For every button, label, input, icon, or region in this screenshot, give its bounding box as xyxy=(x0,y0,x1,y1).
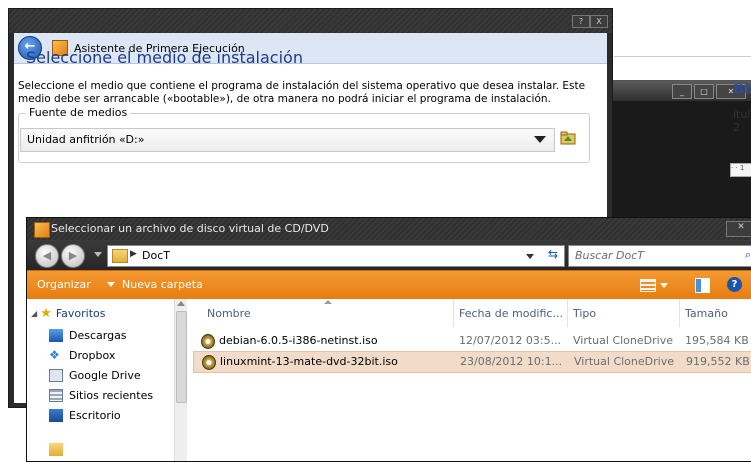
new-folder-button[interactable]: Nueva carpeta xyxy=(122,278,203,291)
dialog-app-icon xyxy=(34,222,50,238)
file-row-selected[interactable]: linuxmint-13-mate-dvd-32bit.iso 23/08/20… xyxy=(193,351,751,373)
nav-scrollbar[interactable] xyxy=(174,299,187,461)
address-dropdown-icon[interactable] xyxy=(526,254,534,259)
folder-browse-icon[interactable] xyxy=(560,130,576,146)
organize-chevron-icon xyxy=(107,282,115,287)
wizard-window-controls: ? X xyxy=(572,15,608,28)
dialog-title: Seleccionar un archivo de disco virtual … xyxy=(51,222,329,235)
column-divider[interactable] xyxy=(453,299,454,327)
file-date: 12/07/2012 03:5... xyxy=(459,334,562,347)
breadcrumb[interactable]: DocT xyxy=(142,249,170,262)
file-list: Nombre Fecha de modific... Tipo Tamaño d… xyxy=(191,299,751,461)
column-header-name[interactable]: Nombre xyxy=(207,307,251,320)
column-divider[interactable] xyxy=(567,299,568,327)
preview-pane-icon[interactable] xyxy=(695,278,710,293)
file-size: 195,584 KB xyxy=(685,334,749,347)
column-header-size[interactable]: Tamaño xyxy=(685,307,728,320)
help-button[interactable]: ? xyxy=(572,15,590,28)
nav-item-label: Sitios recientes xyxy=(69,388,154,402)
refresh-icon[interactable]: ⇆ xyxy=(548,247,558,261)
column-header-type[interactable]: Tipo xyxy=(573,307,596,320)
background-doc-ruler: · · 1 xyxy=(730,163,751,177)
wizard-titlebar: ? X xyxy=(9,9,612,33)
column-header-date[interactable]: Fecha de modific... xyxy=(459,307,563,320)
dropbox-icon: ❖ xyxy=(49,347,60,362)
expand-icon[interactable]: ◢ xyxy=(31,309,37,318)
downloads-icon xyxy=(49,328,63,342)
navigation-pane: ◢ ★ Favoritos Descargas ❖ Dropbox Google… xyxy=(27,299,187,461)
drive-icon xyxy=(49,368,63,382)
folder-icon xyxy=(112,249,128,263)
media-select-value: Unidad anfitrión «D:» xyxy=(27,133,145,146)
nav-favorites-label: Favoritos xyxy=(55,306,106,320)
file-row[interactable]: debian-6.0.5-i386-netinst.iso 12/07/2012… xyxy=(193,331,751,351)
chevron-down-icon xyxy=(534,136,546,143)
recent-icon xyxy=(49,388,63,402)
media-group-label: Fuente de medios xyxy=(26,106,131,119)
dialog-toolbar: Organizar Nueva carpeta ? xyxy=(27,270,751,299)
address-bar[interactable]: ▶ DocT ⇆ xyxy=(107,245,565,267)
nav-item-escritorio[interactable]: Escritorio xyxy=(49,405,194,425)
nav-item-dropbox[interactable]: ❖ Dropbox xyxy=(49,345,194,365)
background-doc-text: ítulo 2 xyxy=(733,108,751,134)
column-divider[interactable] xyxy=(679,299,680,327)
background-doc-title: BbCo xyxy=(733,82,751,97)
file-size: 919,552 KB xyxy=(686,355,750,368)
address-bar-row: ◀ ▶ ▶ DocT ⇆ Buscar DocT ⌕ xyxy=(27,240,751,270)
file-name: linuxmint-13-mate-dvd-32bit.iso xyxy=(220,355,398,368)
scroll-thumb[interactable] xyxy=(176,311,187,403)
dialog-close-button[interactable]: ✕ xyxy=(726,221,751,237)
wizard-heading: Seleccione el medio de instalación xyxy=(26,48,303,67)
iso-file-icon xyxy=(201,334,215,349)
close-button[interactable]: X xyxy=(590,15,608,28)
view-chevron-icon[interactable] xyxy=(660,283,668,288)
search-input[interactable]: Buscar DocT ⌕ xyxy=(568,245,751,267)
search-placeholder: Buscar DocT xyxy=(575,249,645,262)
recent-pages-dropdown-icon[interactable] xyxy=(94,252,102,257)
desktop-icon xyxy=(49,408,63,422)
folder-icon xyxy=(49,442,63,456)
iso-file-icon xyxy=(202,355,216,370)
file-type: Virtual CloneDrive xyxy=(574,355,674,368)
file-name: debian-6.0.5-i386-netinst.iso xyxy=(219,334,378,347)
scroll-up-icon[interactable] xyxy=(177,301,185,306)
nav-item-google-drive[interactable]: Google Drive xyxy=(49,365,194,385)
dialog-titlebar: Seleccionar un archivo de disco virtual … xyxy=(27,218,751,240)
search-icon[interactable]: ⌕ xyxy=(745,248,751,262)
maximize-icon[interactable]: □ xyxy=(694,84,714,99)
nav-item-label: Escritorio xyxy=(69,408,121,422)
organize-button[interactable]: Organizar xyxy=(37,278,91,291)
nav-back-icon[interactable]: ◀ xyxy=(35,244,59,268)
nav-item-partial[interactable] xyxy=(49,439,69,459)
file-date: 23/08/2012 10:1... xyxy=(460,355,563,368)
nav-item-descargas[interactable]: Descargas xyxy=(49,325,194,345)
nav-item-label: Descargas xyxy=(69,328,127,342)
nav-item-label: Dropbox xyxy=(69,348,116,362)
minimize-icon[interactable]: _ xyxy=(672,84,692,99)
star-icon: ★ xyxy=(40,305,52,321)
help-icon[interactable]: ? xyxy=(727,277,742,292)
background-doc-divider xyxy=(614,56,751,57)
file-type: Virtual CloneDrive xyxy=(573,334,673,347)
nav-forward-icon[interactable]: ▶ xyxy=(61,244,85,268)
wizard-description: Seleccione el medio que contiene el prog… xyxy=(18,80,586,105)
nav-favorites[interactable]: ◢ ★ Favoritos xyxy=(31,303,176,323)
view-icon[interactable] xyxy=(640,279,656,292)
breadcrumb-separator-icon[interactable]: ▶ xyxy=(130,249,137,259)
nav-item-sitios-recientes[interactable]: Sitios recientes xyxy=(49,385,194,405)
nav-item-label: Google Drive xyxy=(69,368,141,382)
dialog-body: ◢ ★ Favoritos Descargas ❖ Dropbox Google… xyxy=(27,299,751,461)
sort-ascending-icon xyxy=(324,300,332,304)
file-dialog: Seleccionar un archivo de disco virtual … xyxy=(26,217,751,462)
media-select[interactable]: Unidad anfitrión «D:» xyxy=(20,128,555,152)
